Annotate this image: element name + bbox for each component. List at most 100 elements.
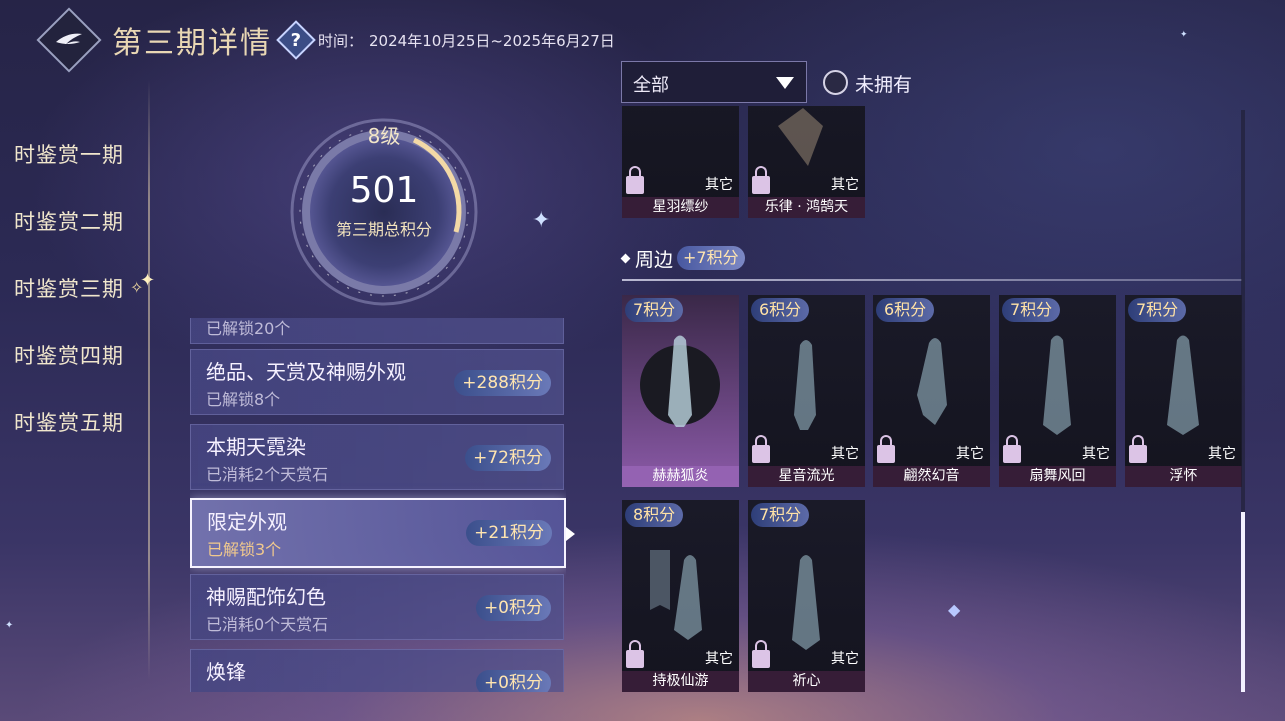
item-card[interactable]: 6积分 其它 翩然幻音: [873, 295, 990, 487]
item-type: 其它: [831, 651, 859, 667]
lock-icon: [1129, 435, 1147, 463]
category-sub: 已消耗2个天赏石: [206, 465, 329, 484]
score-caption: 第三期总积分: [335, 220, 432, 239]
section-header: 周边 +7积分: [620, 243, 745, 273]
points-badge: 7积分: [751, 503, 810, 527]
item-type: 其它: [1082, 446, 1110, 462]
points-badge: 7积分: [1128, 298, 1187, 322]
item-name: 祈心: [748, 671, 865, 692]
period-label: 时鉴赏五期: [14, 410, 124, 435]
score-ring: 8级 501 第三期总积分: [284, 112, 484, 312]
item-card[interactable]: 7积分 其它 浮怀: [1125, 295, 1242, 487]
period-label: 时鉴赏一期: [14, 142, 124, 167]
item-type: 其它: [705, 177, 733, 193]
period-label: 时鉴赏四期: [14, 343, 124, 368]
points-badge: 7积分: [1002, 298, 1061, 322]
selection-arrow-icon: [566, 527, 575, 541]
item-type: 其它: [705, 651, 733, 667]
item-card[interactable]: 7积分 赫赫狐炎: [622, 295, 739, 487]
period-label: 时鉴赏二期: [14, 209, 124, 234]
total-score: 501: [349, 170, 419, 211]
period-tab-5[interactable]: 时鉴赏五期: [14, 388, 164, 455]
item-name: 赫赫狐炎: [622, 466, 739, 487]
page-header: 第三期详情 ? 时间： 2024年10月25日~2025年6月27日: [36, 7, 615, 73]
points-badge: 7积分: [625, 298, 684, 322]
item-name: 乐律 · 鸿鹄天: [748, 197, 865, 218]
category-name: 焕锋: [206, 660, 246, 684]
category-name: 限定外观: [207, 510, 287, 534]
sparkle-icon: ✦: [5, 620, 14, 631]
item-card[interactable]: 其它 星羽缥纱: [622, 106, 739, 218]
period-tab-1[interactable]: 时鉴赏一期: [14, 120, 164, 187]
scrollbar-thumb[interactable]: [1241, 512, 1245, 692]
chevron-down-icon: [776, 77, 794, 89]
time-label: 时间：: [318, 31, 364, 50]
lock-icon: [626, 640, 644, 668]
character-figure-icon: [640, 335, 720, 427]
item-name: 星羽缥纱: [622, 197, 739, 218]
item-name: 持极仙游: [622, 671, 739, 692]
bullet-icon: [620, 253, 631, 263]
category-sub: 已解锁20个: [206, 319, 291, 338]
level-label: 8级: [367, 124, 401, 148]
category-item[interactable]: 已解锁20个: [190, 318, 564, 344]
category-item[interactable]: 绝品、天赏及神赐外观 已解锁8个 +288积分: [190, 349, 564, 415]
period-tab-4[interactable]: 时鉴赏四期: [14, 321, 164, 388]
time-value: 2024年10月25日~2025年6月27日: [369, 31, 615, 50]
points-badge: +21积分: [466, 520, 552, 546]
lock-icon: [752, 435, 770, 463]
points-badge: 6积分: [876, 298, 935, 322]
section-points: +7积分: [677, 246, 745, 270]
category-list[interactable]: 已解锁20个 绝品、天赏及神赐外观 已解锁8个 +288积分 本期天霓染 已消耗…: [190, 318, 566, 692]
item-card[interactable]: 7积分 其它 祈心: [748, 500, 865, 692]
page-title: 第三期详情: [112, 26, 272, 61]
lock-icon: [752, 640, 770, 668]
item-card[interactable]: 其它 乐律 · 鸿鹄天: [748, 106, 865, 218]
unowned-label[interactable]: 未拥有: [855, 70, 912, 97]
category-item[interactable]: 神赐配饰幻色 已消耗0个天赏石 +0积分: [190, 574, 564, 640]
item-name: 浮怀: [1125, 466, 1242, 487]
period-label: 时鉴赏三期: [14, 276, 124, 301]
item-card[interactable]: 6积分 其它 星音流光: [748, 295, 865, 487]
help-icon[interactable]: ?: [276, 20, 316, 60]
lock-icon: [752, 166, 770, 194]
category-name: 神赐配饰幻色: [206, 585, 326, 609]
item-type: 其它: [831, 177, 859, 193]
item-type: 其它: [956, 446, 984, 462]
category-item[interactable]: 本期天霓染 已消耗2个天赏石 +72积分: [190, 424, 564, 490]
back-button[interactable]: [36, 7, 102, 73]
category-item-selected[interactable]: 限定外观 已解锁3个 +21积分: [190, 498, 566, 568]
points-badge: +72积分: [465, 445, 551, 471]
item-name: 扇舞风回: [999, 466, 1116, 487]
period-tab-3[interactable]: 时鉴赏三期 ✧: [14, 254, 164, 321]
section-title: 周边: [635, 248, 674, 271]
period-tab-2[interactable]: 时鉴赏二期: [14, 187, 164, 254]
points-badge: 8积分: [625, 503, 684, 527]
points-badge: 6积分: [751, 298, 810, 322]
filter-value: 全部: [633, 75, 669, 96]
item-type: 其它: [831, 446, 859, 462]
lock-icon: [877, 435, 895, 463]
category-item[interactable]: 焕锋 +0积分: [190, 649, 564, 692]
item-card[interactable]: 8积分 其它 持极仙游: [622, 500, 739, 692]
divider: [622, 279, 1242, 281]
item-name: 翩然幻音: [873, 466, 990, 487]
category-sub: 已解锁8个: [206, 390, 281, 409]
sparkle-icon: ✦: [1180, 30, 1188, 40]
category-sub: 已消耗0个天赏石: [206, 615, 329, 634]
points-badge: +0积分: [475, 670, 551, 692]
items-panel[interactable]: 其它 星羽缥纱 其它 乐律 · 鸿鹄天 周边 +7积分 7积分 赫赫狐炎 6积分…: [617, 106, 1245, 696]
active-marker-icon: ✧: [130, 278, 145, 297]
sparkle-icon: ✦: [532, 208, 551, 233]
wing-icon: [56, 33, 82, 44]
item-name: 星音流光: [748, 466, 865, 487]
item-type: 其它: [1208, 446, 1236, 462]
points-badge: +288积分: [454, 370, 551, 396]
category-name: 绝品、天赏及神赐外观: [206, 360, 406, 384]
unowned-radio[interactable]: [823, 70, 848, 95]
category-name: 本期天霓染: [206, 435, 306, 459]
points-badge: +0积分: [475, 595, 551, 621]
lock-icon: [626, 166, 644, 194]
item-card[interactable]: 7积分 其它 扇舞风回: [999, 295, 1116, 487]
filter-dropdown[interactable]: 全部: [621, 61, 807, 103]
